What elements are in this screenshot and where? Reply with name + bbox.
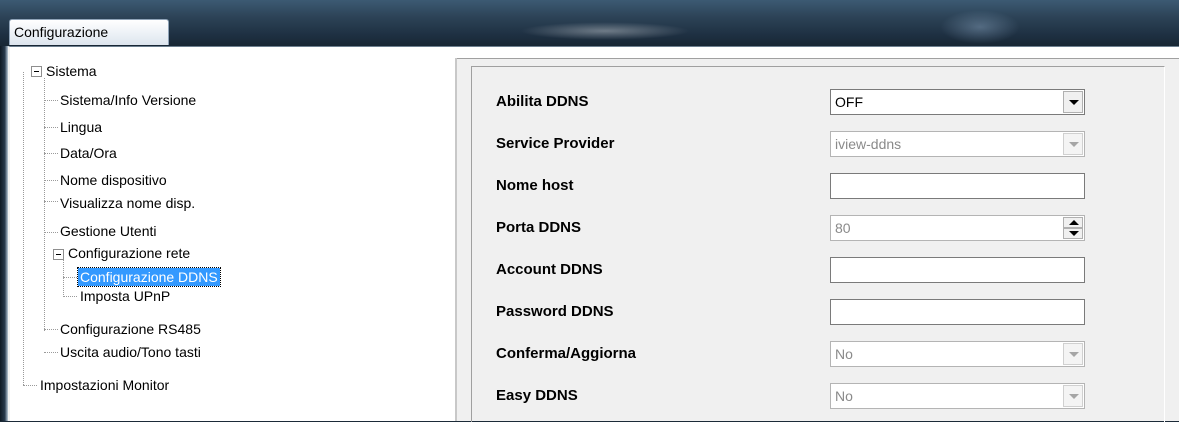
dropdown-arrow-icon	[1069, 394, 1079, 399]
tree-connector	[44, 352, 58, 353]
easy-ddns-value: No	[835, 388, 853, 404]
tree-node-info-versione[interactable]: Sistema/Info Versione	[60, 91, 196, 109]
label-account-ddns: Account DDNS	[496, 261, 603, 278]
nome-host-input[interactable]	[830, 173, 1085, 199]
tree-node-sistema[interactable]: Sistema	[46, 62, 97, 80]
tree-node-gestione-utenti[interactable]: Gestione Utenti	[60, 222, 157, 240]
tree-connector	[44, 100, 58, 101]
tree-connector	[63, 296, 77, 297]
titlebar-glow	[520, 22, 690, 40]
spinner-up-button[interactable]	[1063, 217, 1083, 228]
spinner-up-icon	[1069, 220, 1079, 225]
tree-connector	[44, 329, 58, 330]
tree-connector	[63, 277, 77, 278]
config-window: Configurazione Sistema Sistema/Info Vers…	[0, 0, 1179, 422]
label-service-provider: Service Provider	[496, 135, 615, 152]
tree-connector	[44, 127, 58, 128]
label-porta-ddns: Porta DDNS	[496, 219, 582, 236]
titlebar-glow	[940, 10, 1020, 44]
porta-ddns-value: 80	[835, 220, 851, 236]
account-ddns-input[interactable]	[830, 257, 1085, 283]
conferma-aggiorna-select[interactable]: No	[830, 341, 1085, 367]
service-provider-select[interactable]: iview-ddns	[830, 131, 1085, 157]
tree-connector	[44, 78, 45, 331]
conferma-aggiorna-value: No	[835, 346, 853, 362]
tree-node-data-ora[interactable]: Data/Ora	[60, 144, 117, 162]
dropdown-arrow-icon	[1069, 100, 1079, 105]
tree-connector	[44, 153, 58, 154]
tree-connector	[44, 201, 58, 202]
dropdown-button[interactable]	[1063, 385, 1083, 407]
tree-collapse-icon[interactable]	[53, 249, 64, 260]
label-nome-host: Nome host	[496, 177, 574, 194]
dropdown-arrow-icon	[1069, 142, 1079, 147]
tree-node-imposta-upnp[interactable]: Imposta UPnP	[80, 287, 170, 305]
tree-node-configurazione-rete[interactable]: Configurazione rete	[68, 244, 190, 262]
title-bar[interactable]: Configurazione	[0, 0, 1179, 50]
tree-connector	[63, 254, 64, 295]
tree-node-uscita-audio[interactable]: Uscita audio/Tono tasti	[60, 343, 201, 361]
dropdown-button[interactable]	[1063, 343, 1083, 365]
dropdown-button[interactable]	[1063, 133, 1083, 155]
label-easy-ddns: Easy DDNS	[496, 387, 578, 404]
label-abilita-ddns: Abilita DDNS	[496, 93, 589, 110]
label-conferma-aggiorna: Conferma/Aggiorna	[496, 345, 637, 362]
tree-connector	[23, 72, 24, 385]
service-provider-value: iview-ddns	[835, 136, 902, 152]
tree-node-visualizza-nome[interactable]: Visualizza nome disp.	[60, 194, 195, 212]
tree-node-configurazione-rs485[interactable]: Configurazione RS485	[60, 320, 201, 338]
ddns-group-frame	[471, 66, 1165, 422]
dropdown-button[interactable]	[1063, 91, 1083, 113]
window-frame-edge	[0, 46, 8, 421]
spinner-down-button[interactable]	[1063, 228, 1083, 239]
password-ddns-input[interactable]	[830, 299, 1085, 325]
abilita-ddns-value: OFF	[835, 94, 863, 110]
window-title: Configurazione	[9, 19, 169, 45]
tree-connector	[44, 180, 58, 181]
tree-node-nome-dispositivo[interactable]: Nome dispositivo	[60, 171, 167, 189]
tree-connector	[23, 385, 37, 386]
label-password-ddns: Password DDNS	[496, 303, 614, 320]
settings-tree[interactable]: Sistema Sistema/Info Versione Lingua Dat…	[10, 58, 450, 421]
dropdown-arrow-icon	[1069, 352, 1079, 357]
easy-ddns-select[interactable]: No	[830, 383, 1085, 409]
porta-ddns-spinner[interactable]: 80	[830, 215, 1085, 241]
tree-node-lingua[interactable]: Lingua	[60, 118, 102, 136]
abilita-ddns-select[interactable]: OFF	[830, 89, 1085, 115]
tree-collapse-icon[interactable]	[31, 66, 42, 77]
spinner-down-icon	[1069, 231, 1079, 236]
tree-connector	[44, 232, 58, 233]
tree-node-configurazione-ddns[interactable]: Configurazione DDNS	[77, 267, 221, 287]
tree-node-impostazioni-monitor[interactable]: Impostazioni Monitor	[40, 376, 169, 394]
